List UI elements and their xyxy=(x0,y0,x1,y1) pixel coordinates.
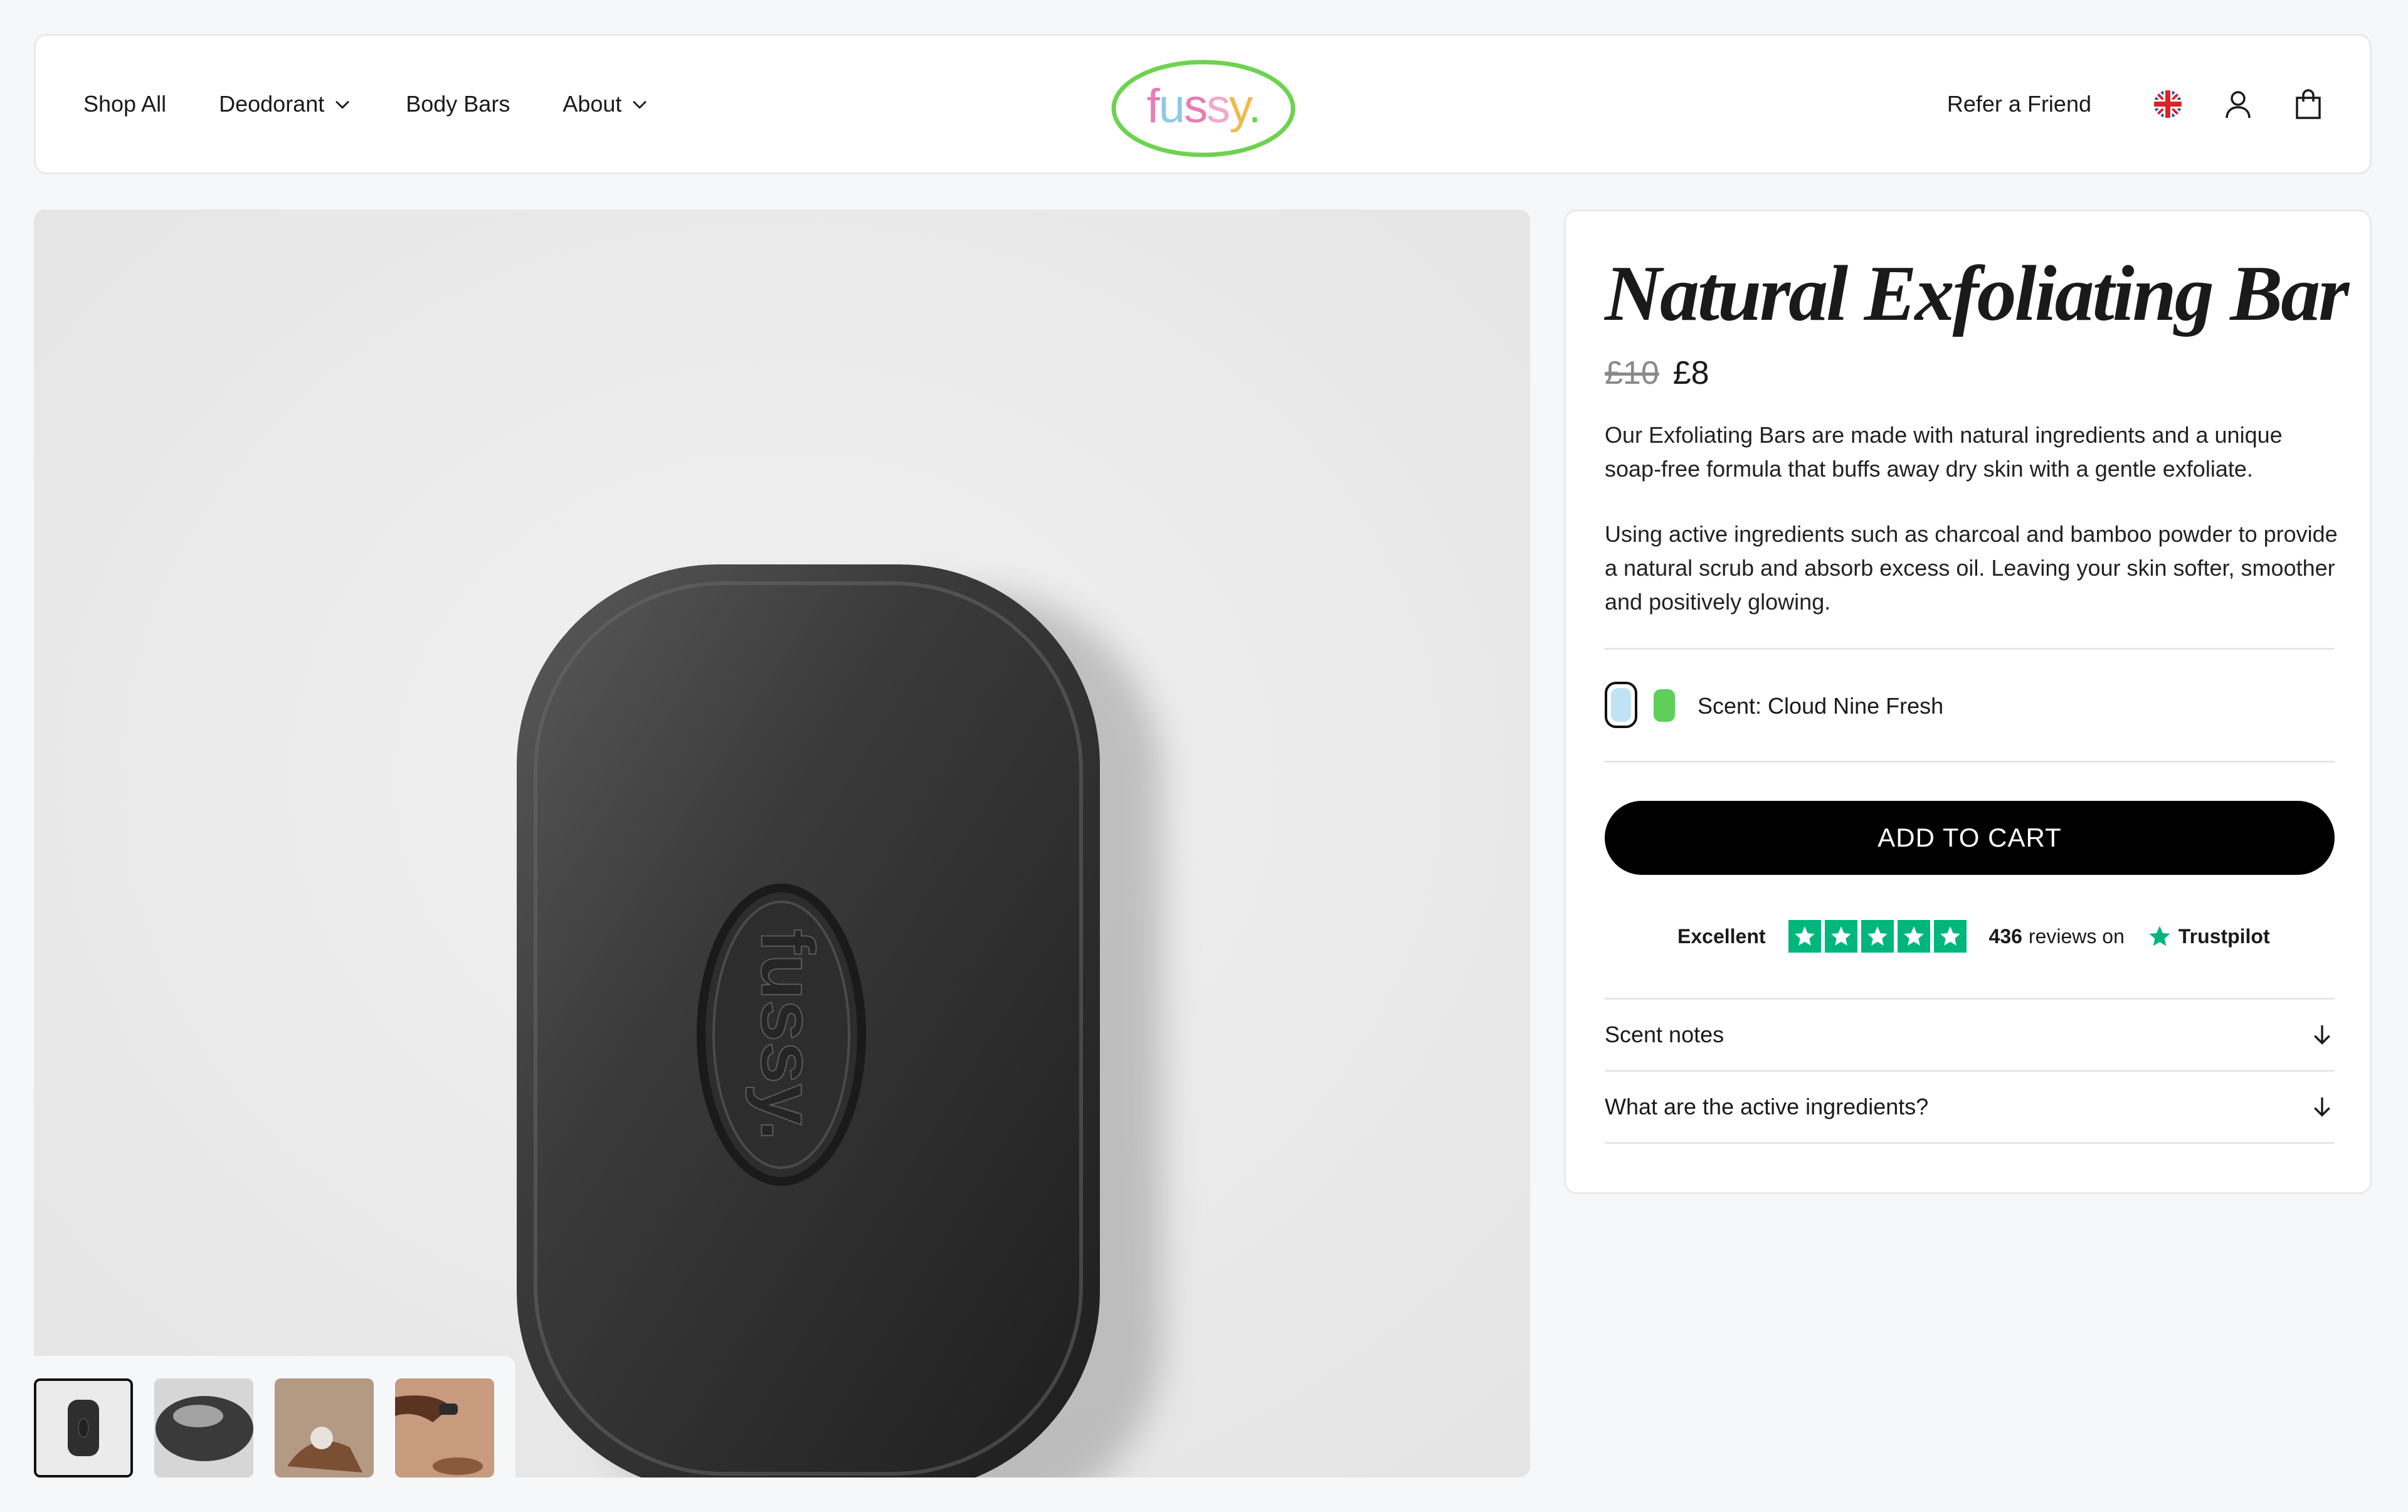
bag-icon[interactable] xyxy=(2292,88,2325,120)
scent-swatch-green[interactable] xyxy=(1654,689,1675,722)
thumbnail-lather[interactable] xyxy=(154,1378,253,1478)
star-icon xyxy=(1824,920,1857,953)
accordion-scent-notes[interactable]: Scent notes xyxy=(1605,1000,2335,1070)
scent-swatch-cloud-nine[interactable] xyxy=(1605,682,1637,728)
chevron-down-icon xyxy=(633,100,647,109)
nav-label: Body Bars xyxy=(406,91,510,117)
uk-flag-icon[interactable] xyxy=(2152,88,2184,120)
thumbnail-soap-bar[interactable] xyxy=(34,1378,133,1478)
product-details-panel: Natural Exfoliating Bar £10 £8 Our Exfoli… xyxy=(1564,209,2372,1194)
site-header: Shop All Deodorant Body Bars About fussy… xyxy=(34,34,2372,174)
product-main-image[interactable]: fussy. xyxy=(34,209,1530,1478)
star-icon xyxy=(1861,920,1894,953)
embossed-logo-text: fussy. xyxy=(745,929,829,1141)
trustpilot-brand: Trustpilot xyxy=(2178,924,2270,948)
reviews-text: reviews on xyxy=(2028,924,2125,948)
add-to-cart-button[interactable]: ADD TO CART xyxy=(1605,801,2335,875)
nav-body-bars[interactable]: Body Bars xyxy=(406,91,510,117)
arrow-down-icon xyxy=(2314,1097,2330,1117)
header-actions: Refer a Friend xyxy=(1947,36,2325,172)
divider xyxy=(1605,761,2335,763)
star-icon xyxy=(1933,920,1967,953)
star-icon xyxy=(1897,920,1930,953)
trustpilot-stars xyxy=(1788,920,1967,953)
nav-about[interactable]: About xyxy=(562,91,650,117)
svg-text:fussy.: fussy. xyxy=(1147,80,1260,133)
refer-a-friend-link[interactable]: Refer a Friend xyxy=(1947,91,2091,117)
nav-label: Shop All xyxy=(83,91,167,117)
nav-label: Deodorant xyxy=(219,91,325,117)
product-title: Natural Exfoliating Bar xyxy=(1605,250,2349,337)
arrow-down-icon xyxy=(2314,1025,2330,1045)
original-price: £10 xyxy=(1605,355,1659,391)
nav-deodorant[interactable]: Deodorant xyxy=(219,91,353,117)
trustpilot-star-icon xyxy=(2149,926,2170,946)
fussy-logo[interactable]: fussy. xyxy=(1111,60,1296,157)
main-nav: Shop All Deodorant Body Bars About xyxy=(83,36,703,172)
trustpilot-widget[interactable]: Excellent 436 reviews on Trustpilot xyxy=(1677,919,2270,954)
accordion-active-ingredients[interactable]: What are the active ingredients? xyxy=(1605,1072,2335,1142)
account-icon[interactable] xyxy=(2222,88,2254,120)
sale-price: £8 xyxy=(1672,355,1709,391)
scent-label: Scent: Cloud Nine Fresh xyxy=(1698,693,1944,719)
product-image-gallery: fussy. xyxy=(34,209,1530,1478)
star-icon xyxy=(1788,920,1821,953)
divider xyxy=(1605,648,2335,650)
accordion-label: What are the active ingredients? xyxy=(1605,1094,1929,1119)
accordion-label: Scent notes xyxy=(1605,1022,1724,1047)
divider xyxy=(1605,1142,2335,1144)
nav-label: About xyxy=(562,91,622,117)
trustpilot-rating-word: Excellent xyxy=(1677,924,1766,948)
review-count: 436 xyxy=(1988,924,2022,948)
product-description-ingredients: Using active ingredients such as charcoa… xyxy=(1605,521,2338,615)
logo-mark: fussy. xyxy=(1111,60,1296,157)
thumbnail-hands-washing[interactable] xyxy=(275,1378,374,1478)
nav-shop-all[interactable]: Shop All xyxy=(83,91,166,117)
product-description: Our Exfoliating Bars are made with natur… xyxy=(1605,422,2283,482)
thumbnail-hand-holding-bar[interactable] xyxy=(395,1378,494,1478)
chevron-down-icon xyxy=(335,100,350,109)
price-block: £10 £8 xyxy=(1605,354,1709,392)
